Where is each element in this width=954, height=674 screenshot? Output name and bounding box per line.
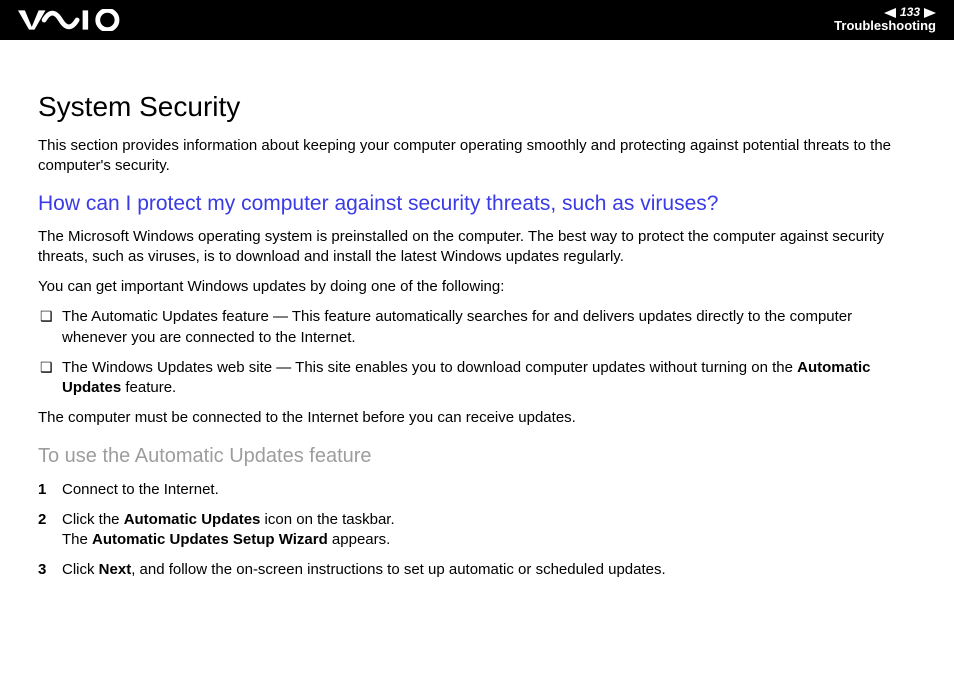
step-line-span: The <box>62 531 92 548</box>
bullet-text-span: The Automatic Updates feature — This fea… <box>62 308 852 345</box>
next-page-icon[interactable] <box>924 8 936 18</box>
step-line-span: appears. <box>328 531 391 548</box>
bullet-list: ❑ The Automatic Updates feature — This f… <box>38 307 920 398</box>
step-line-span: Click the <box>62 511 124 528</box>
subheading: To use the Automatic Updates feature <box>38 443 920 470</box>
bullet-item: ❑ The Automatic Updates feature — This f… <box>38 307 920 348</box>
bullet-text: The Automatic Updates feature — This fea… <box>62 307 920 348</box>
vaio-logo <box>18 0 128 40</box>
answer-para-1: The Microsoft Windows operating system i… <box>38 227 920 268</box>
steps-list: 1 Connect to the Internet. 2 Click the A… <box>38 480 920 581</box>
bullet-text-span: feature. <box>121 379 176 396</box>
header-bar: 133 Troubleshooting <box>0 0 954 40</box>
note-text: The computer must be connected to the In… <box>38 408 920 428</box>
step-number: 1 <box>38 480 62 500</box>
step-item: 1 Connect to the Internet. <box>38 480 920 500</box>
intro-text: This section provides information about … <box>38 136 920 177</box>
bullet-item: ❑ The Windows Updates web site — This si… <box>38 358 920 399</box>
page-content: System Security This section provides in… <box>0 40 954 611</box>
step-number: 2 <box>38 510 62 530</box>
step-line-span: , and follow the on-screen instructions … <box>131 561 665 578</box>
section-label: Troubleshooting <box>834 19 936 33</box>
step-line-span: Click <box>62 561 99 578</box>
page-title: System Security <box>38 88 920 126</box>
step-line-bold: Automatic Updates Setup Wizard <box>92 531 328 548</box>
question-heading: How can I protect my computer against se… <box>38 190 920 218</box>
header-right: 133 Troubleshooting <box>834 6 936 33</box>
step-line-span: icon on the taskbar. <box>260 511 394 528</box>
step-item: 3 Click Next, and follow the on-screen i… <box>38 560 920 580</box>
answer-para-2: You can get important Windows updates by… <box>38 277 920 297</box>
step-number: 3 <box>38 560 62 580</box>
bullet-text: The Windows Updates web site — This site… <box>62 358 920 399</box>
bullet-icon: ❑ <box>38 358 62 376</box>
bullet-icon: ❑ <box>38 307 62 325</box>
step-item: 2 Click the Automatic Updates icon on th… <box>38 510 920 551</box>
bullet-text-span: The Windows Updates web site — This site… <box>62 359 797 376</box>
step-line-bold: Next <box>99 561 132 578</box>
step-text: Click the Automatic Updates icon on the … <box>62 510 920 551</box>
step-line: Connect to the Internet. <box>62 481 219 498</box>
step-line-bold: Automatic Updates <box>124 511 261 528</box>
step-text: Click Next, and follow the on-screen ins… <box>62 560 920 580</box>
step-text: Connect to the Internet. <box>62 480 920 500</box>
prev-page-icon[interactable] <box>884 8 896 18</box>
